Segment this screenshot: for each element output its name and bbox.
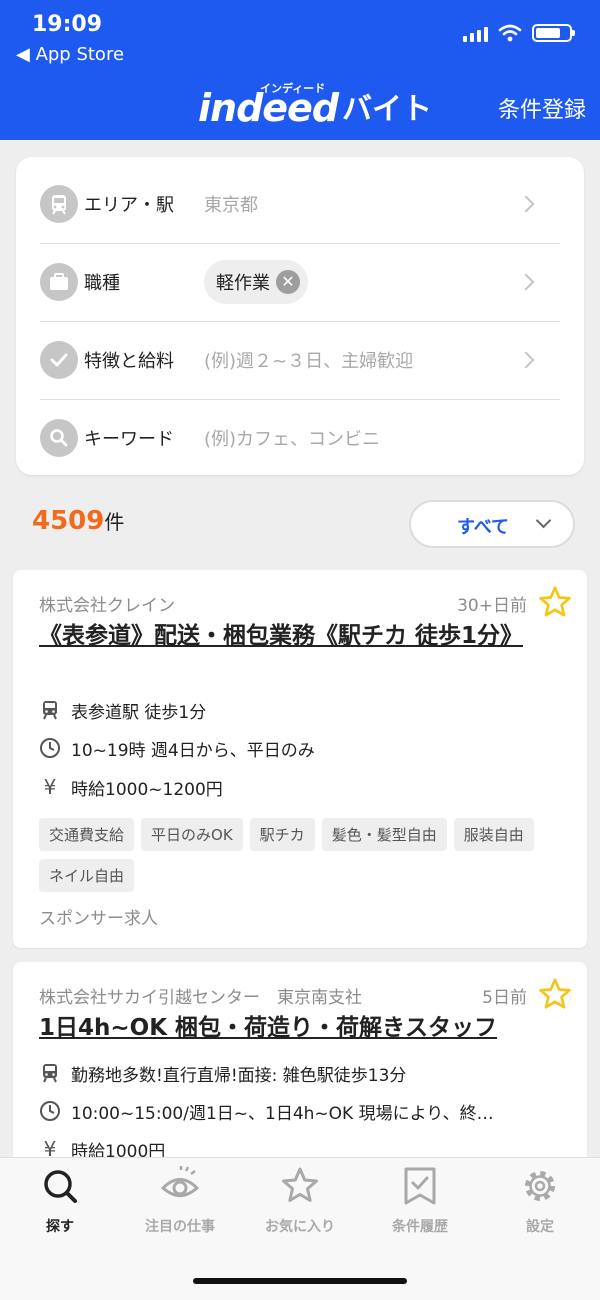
signal-icon <box>463 27 488 42</box>
sort-dropdown[interactable]: すべて <box>409 500 575 548</box>
favorite-star-icon[interactable] <box>537 584 573 620</box>
job-type-chip[interactable]: 軽作業 ✕ <box>204 260 308 304</box>
clock-icon <box>39 737 61 759</box>
indeed-baito-logo: indeed インディード バイト <box>198 82 433 130</box>
tab-search-label: 探す <box>46 1219 74 1235</box>
job-company: 株式会社サカイ引越センター 東京南支社 <box>39 988 362 1008</box>
job-tag: 平日のみOK <box>141 818 243 851</box>
sponsored-label: スポンサー求人 <box>39 909 158 929</box>
job-card[interactable]: 株式会社サカイ引越センター 東京南支社 5日前 1日4h~OK 梱包・荷造り・荷… <box>13 962 587 1182</box>
search-filter-card: エリア・駅 東京都 職種 軽作業 ✕ 特徴と給料 (例)週２~３日、主婦歓迎 キ… <box>16 157 584 475</box>
job-hours: 10~19時 週4日から、平日のみ <box>39 733 563 763</box>
filter-area-row[interactable]: エリア・駅 東京都 <box>40 165 560 244</box>
train-icon <box>40 185 78 223</box>
filter-keyword-label: キーワード <box>84 429 174 450</box>
job-station-text: 表参道駅 徒歩1分 <box>71 702 207 723</box>
tab-favorites-label: お気に入り <box>265 1219 335 1235</box>
back-to-app-store[interactable]: ◀ App Store <box>16 44 124 65</box>
job-posted: 30+日前 <box>457 596 527 616</box>
favorite-star-icon[interactable] <box>537 976 573 1012</box>
home-indicator <box>193 1278 407 1284</box>
train-icon <box>39 1062 61 1084</box>
logo-baito: バイト <box>342 92 433 127</box>
filter-job-type-row[interactable]: 職種 軽作業 ✕ <box>40 243 560 322</box>
filter-features-label: 特徴と給料 <box>84 351 174 372</box>
filter-area-label: エリア・駅 <box>84 195 174 216</box>
wifi-icon <box>498 24 522 42</box>
chevron-down-icon <box>535 512 552 529</box>
job-tag: 髪色・髪型自由 <box>321 818 447 851</box>
tab-favorites[interactable]: お気に入り <box>240 1166 360 1246</box>
status-icons <box>463 24 575 42</box>
filter-area-value: 東京都 <box>204 195 258 216</box>
search-icon <box>40 419 78 457</box>
tab-featured[interactable]: 注目の仕事 <box>120 1166 240 1246</box>
chip-remove-icon[interactable]: ✕ <box>276 270 300 294</box>
sort-dropdown-label: すべて <box>457 517 510 538</box>
result-count: 4509件 <box>32 506 124 536</box>
tab-history-label: 条件履歴 <box>392 1219 448 1235</box>
tab-search[interactable]: 探す <box>0 1166 120 1246</box>
job-wage: ¥ 時給1000~1200円 <box>39 772 563 802</box>
tab-settings[interactable]: 設定 <box>480 1166 600 1246</box>
job-wage-text: 時給1000~1200円 <box>71 779 223 800</box>
job-tag: ネイル自由 <box>39 859 135 892</box>
filter-job-type-label: 職種 <box>84 273 120 294</box>
job-tag: 駅チカ <box>249 818 315 851</box>
status-time: 19:09 <box>32 12 103 37</box>
job-station-text: 勤務地多数!直行直帰!面接: 雑色駅徒歩13分 <box>71 1065 407 1086</box>
train-icon <box>39 699 61 721</box>
filter-features-row[interactable]: 特徴と給料 (例)週２~３日、主婦歓迎 <box>40 321 560 400</box>
filter-job-type-value: 軽作業 ✕ <box>204 260 560 304</box>
job-hours-text: 10:00~15:00/週1日~、1日4h~OK 現場により、終… <box>71 1103 494 1124</box>
result-count-suffix: 件 <box>104 510 125 534</box>
bookmark-check-icon <box>404 1167 436 1205</box>
register-conditions-button[interactable]: 条件登録 <box>498 92 586 124</box>
battery-icon <box>532 24 575 42</box>
briefcase-icon <box>40 263 78 301</box>
job-station: 勤務地多数!直行直帰!面接: 雑色駅徒歩13分 <box>39 1058 563 1088</box>
tab-featured-label: 注目の仕事 <box>145 1219 215 1235</box>
job-tag: 服装自由 <box>453 818 534 851</box>
job-tag: 交通費支給 <box>39 818 135 851</box>
eye-icon <box>160 1166 200 1197</box>
job-posted: 5日前 <box>482 988 527 1008</box>
job-title[interactable]: 《表参道》配送・梱包業務《駅チカ 徒歩1分》 <box>39 618 563 655</box>
filter-keyword-row[interactable]: キーワード (例)カフェ、コンビニ <box>40 399 560 477</box>
gear-icon <box>525 1171 555 1201</box>
filter-features-placeholder: (例)週２~３日、主婦歓迎 <box>204 351 414 372</box>
tab-history[interactable]: 条件履歴 <box>360 1166 480 1246</box>
job-type-chip-label: 軽作業 <box>216 273 270 294</box>
logo-sub: インディード <box>260 82 326 95</box>
job-title[interactable]: 1日4h~OK 梱包・荷造り・荷解きスタッフ <box>39 1010 563 1047</box>
job-hours: 10:00~15:00/週1日~、1日4h~OK 現場により、終… <box>39 1096 563 1126</box>
job-company: 株式会社クレイン <box>39 596 175 616</box>
job-station: 表参道駅 徒歩1分 <box>39 695 563 725</box>
app-header: 19:09 ◀ App Store indeed インディード バイト 条件登録 <box>0 0 600 140</box>
job-hours-text: 10~19時 週4日から、平日のみ <box>71 740 315 761</box>
result-count-number: 4509 <box>32 506 105 536</box>
yen-icon: ¥ <box>43 775 57 799</box>
clock-icon <box>39 1100 61 1122</box>
job-tags: 交通費支給 平日のみOK 駅チカ 髪色・髪型自由 服装自由 ネイル自由 <box>39 818 565 892</box>
keyword-input[interactable]: (例)カフェ、コンビニ <box>204 425 560 451</box>
job-card[interactable]: 株式会社クレイン 30+日前 《表参道》配送・梱包業務《駅チカ 徒歩1分》 表参… <box>13 570 587 948</box>
star-icon <box>282 1167 318 1202</box>
search-icon <box>44 1170 77 1203</box>
tab-settings-label: 設定 <box>526 1219 554 1235</box>
check-icon <box>40 341 78 379</box>
